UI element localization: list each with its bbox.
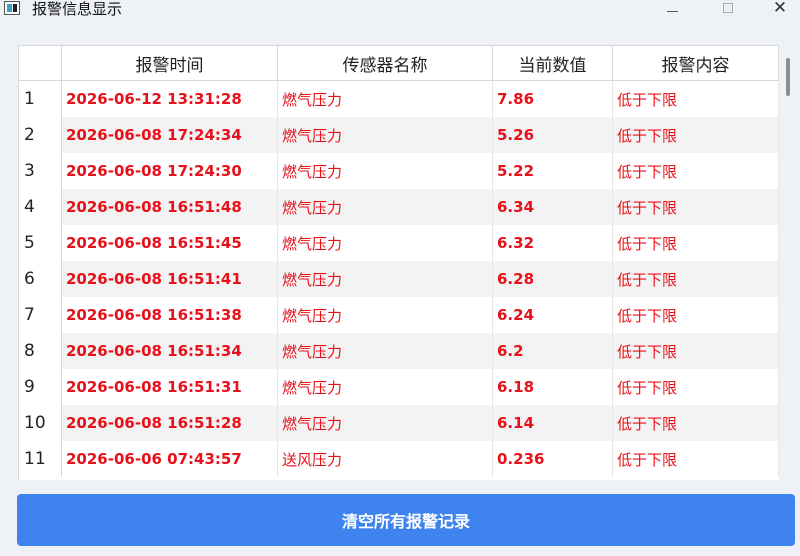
app-icon	[4, 1, 20, 15]
close-button[interactable]: ✕	[760, 0, 800, 20]
row-index[interactable]: 4	[19, 189, 62, 225]
clear-all-records-button[interactable]: 清空所有报警记录	[17, 494, 795, 546]
cell-alarm-time[interactable]: 2026-06-08 17:24:30	[62, 153, 278, 189]
close-icon: ✕	[772, 0, 788, 18]
cell-sensor-name[interactable]: 燃气压力	[278, 333, 493, 369]
row-index[interactable]: 6	[19, 261, 62, 297]
header-alarm-time[interactable]: 报警时间	[62, 46, 278, 80]
cell-current-value[interactable]: 5.26	[493, 117, 613, 153]
cell-sensor-name[interactable]: 燃气压力	[278, 369, 493, 405]
table-row[interactable]: 8 2026-06-08 16:51:34 燃气压力 6.2 低于下限	[19, 333, 779, 369]
cell-alarm-content[interactable]: 低于下限	[613, 81, 779, 117]
row-index[interactable]: 9	[19, 369, 62, 405]
alarm-table[interactable]: 报警时间 传感器名称 当前数值 报警内容 1 2026-06-12 13:31:2…	[18, 45, 779, 480]
row-index[interactable]: 2	[19, 117, 62, 153]
cell-alarm-time[interactable]: 2026-06-08 16:51:28	[62, 405, 278, 441]
cell-sensor-name[interactable]: 燃气压力	[278, 189, 493, 225]
cell-alarm-content[interactable]: 低于下限	[613, 333, 779, 369]
cell-sensor-name[interactable]: 燃气压力	[278, 405, 493, 441]
cell-alarm-content[interactable]: 低于下限	[613, 261, 779, 297]
cell-sensor-name[interactable]: 燃气压力	[278, 297, 493, 333]
cell-alarm-time[interactable]: 2026-06-08 17:24:34	[62, 117, 278, 153]
table-row[interactable]: 6 2026-06-08 16:51:41 燃气压力 6.28 低于下限	[19, 261, 779, 297]
cell-alarm-content[interactable]: 低于下限	[613, 225, 779, 261]
cell-alarm-content[interactable]: 低于下限	[613, 297, 779, 333]
cell-current-value[interactable]: 5.22	[493, 153, 613, 189]
cell-alarm-time[interactable]: 2026-06-08 16:51:48	[62, 189, 278, 225]
vertical-scrollbar[interactable]	[786, 58, 790, 96]
row-index[interactable]: 8	[19, 333, 62, 369]
cell-alarm-time[interactable]: 2026-06-08 16:51:45	[62, 225, 278, 261]
row-index[interactable]: 10	[19, 405, 62, 441]
cell-alarm-content[interactable]: 低于下限	[613, 189, 779, 225]
minimize-icon	[666, 10, 678, 12]
table-header: 报警时间 传感器名称 当前数值 报警内容	[19, 46, 779, 81]
cell-sensor-name[interactable]: 燃气压力	[278, 117, 493, 153]
cell-alarm-time[interactable]: 2026-06-08 16:51:31	[62, 369, 278, 405]
row-index[interactable]: 3	[19, 153, 62, 189]
cell-sensor-name[interactable]: 燃气压力	[278, 225, 493, 261]
cell-alarm-content[interactable]: 低于下限	[613, 405, 779, 441]
minimize-button[interactable]	[652, 0, 692, 20]
row-index[interactable]: 11	[19, 441, 62, 477]
cell-alarm-time[interactable]: 2026-06-08 16:51:41	[62, 261, 278, 297]
table-row[interactable]: 4 2026-06-08 16:51:48 燃气压力 6.34 低于下限	[19, 189, 779, 225]
cell-current-value[interactable]: 6.34	[493, 189, 613, 225]
title-bar: 报警信息显示 ✕	[0, 0, 800, 20]
window-title: 报警信息显示	[32, 0, 123, 18]
cell-sensor-name[interactable]: 燃气压力	[278, 261, 493, 297]
row-index[interactable]: 7	[19, 297, 62, 333]
table-body: 1 2026-06-12 13:31:28 燃气压力 7.86 低于下限 2 2026-06…	[19, 81, 779, 477]
cell-alarm-content[interactable]: 低于下限	[613, 441, 779, 477]
cell-current-value[interactable]: 6.14	[493, 405, 613, 441]
cell-current-value[interactable]: 7.86	[493, 81, 613, 117]
cell-alarm-content[interactable]: 低于下限	[613, 369, 779, 405]
header-corner[interactable]	[19, 46, 62, 80]
cell-alarm-time[interactable]: 2026-06-06 07:43:57	[62, 441, 278, 477]
cell-sensor-name[interactable]: 燃气压力	[278, 81, 493, 117]
header-current-value[interactable]: 当前数值	[493, 46, 613, 80]
cell-current-value[interactable]: 6.28	[493, 261, 613, 297]
cell-current-value[interactable]: 6.2	[493, 333, 613, 369]
maximize-icon	[723, 3, 733, 13]
cell-alarm-time[interactable]: 2026-06-08 16:51:38	[62, 297, 278, 333]
cell-current-value[interactable]: 6.24	[493, 297, 613, 333]
maximize-button[interactable]	[708, 0, 748, 20]
row-index[interactable]: 5	[19, 225, 62, 261]
cell-alarm-time[interactable]: 2026-06-12 13:31:28	[62, 81, 278, 117]
header-alarm-content[interactable]: 报警内容	[613, 46, 779, 80]
header-sensor-name[interactable]: 传感器名称	[278, 46, 493, 80]
table-row[interactable]: 7 2026-06-08 16:51:38 燃气压力 6.24 低于下限	[19, 297, 779, 333]
table-row[interactable]: 2 2026-06-08 17:24:34 燃气压力 5.26 低于下限	[19, 117, 779, 153]
table-row[interactable]: 10 2026-06-08 16:51:28 燃气压力 6.14 低于下限	[19, 405, 779, 441]
cell-current-value[interactable]: 6.18	[493, 369, 613, 405]
cell-current-value[interactable]: 0.236	[493, 441, 613, 477]
cell-alarm-content[interactable]: 低于下限	[613, 117, 779, 153]
table-row[interactable]: 1 2026-06-12 13:31:28 燃气压力 7.86 低于下限	[19, 81, 779, 117]
row-index[interactable]: 1	[19, 81, 62, 117]
cell-sensor-name[interactable]: 燃气压力	[278, 153, 493, 189]
cell-alarm-time[interactable]: 2026-06-08 16:51:34	[62, 333, 278, 369]
table-row[interactable]: 11 2026-06-06 07:43:57 送风压力 0.236 低于下限	[19, 441, 779, 477]
cell-alarm-content[interactable]: 低于下限	[613, 153, 779, 189]
cell-sensor-name[interactable]: 送风压力	[278, 441, 493, 477]
table-row[interactable]: 9 2026-06-08 16:51:31 燃气压力 6.18 低于下限	[19, 369, 779, 405]
cell-current-value[interactable]: 6.32	[493, 225, 613, 261]
table-row[interactable]: 3 2026-06-08 17:24:30 燃气压力 5.22 低于下限	[19, 153, 779, 189]
table-row[interactable]: 5 2026-06-08 16:51:45 燃气压力 6.32 低于下限	[19, 225, 779, 261]
